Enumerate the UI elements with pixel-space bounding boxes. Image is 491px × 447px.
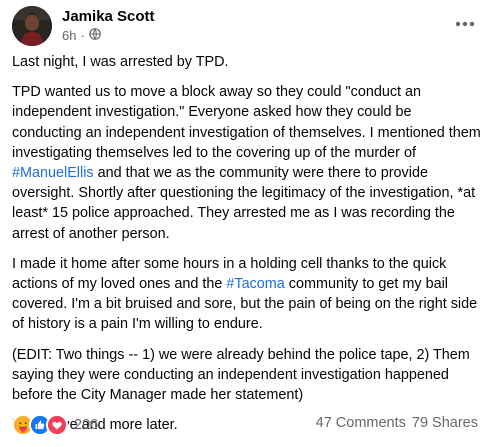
post-body: Last night, I was arrested by TPD. TPD wa… [12,52,482,445]
post-paragraph: TPD wanted us to move a block away so th… [12,82,482,244]
post-paragraph: I made it home after some hours in a hol… [12,254,482,335]
author-name[interactable]: Jamika Scott [62,8,155,25]
post-paragraph: (EDIT: Two things -- 1) we were already … [12,345,482,406]
post-header: Jamika Scott 6h · [12,6,482,46]
post-paragraph: Last night, I was arrested by TPD. [12,52,482,72]
hashtag-link[interactable]: #ManuelEllis [12,165,94,181]
comments-count[interactable]: 47 Comments [316,415,406,431]
avatar-image [12,6,52,46]
avatar[interactable] [12,6,52,46]
reaction-summary[interactable]: 206 [12,414,98,436]
post-text: TPD wanted us to move a block away so th… [12,84,481,161]
post-footer: 206 47 Comments 79 Shares [12,414,480,438]
facebook-post: Jamika Scott 6h · Last night, I was arre… [0,0,491,447]
shares-count[interactable]: 79 Shares [412,415,478,431]
post-text: (EDIT: Two things -- 1) we were already … [12,346,470,404]
post-meta: 6h · [62,28,101,43]
hashtag-link[interactable]: #Tacoma [226,276,284,292]
more-options-icon [455,14,475,32]
globe-icon [89,28,101,43]
love-icon [46,414,68,436]
post-stats: 47 Comments 79 Shares [316,415,478,431]
reaction-count[interactable]: 206 [74,417,98,433]
post-time[interactable]: 6h [62,28,76,43]
post-text: Last night, I was arrested by TPD. [12,54,229,70]
more-options-button[interactable] [450,12,480,34]
meta-separator: · [80,28,85,43]
